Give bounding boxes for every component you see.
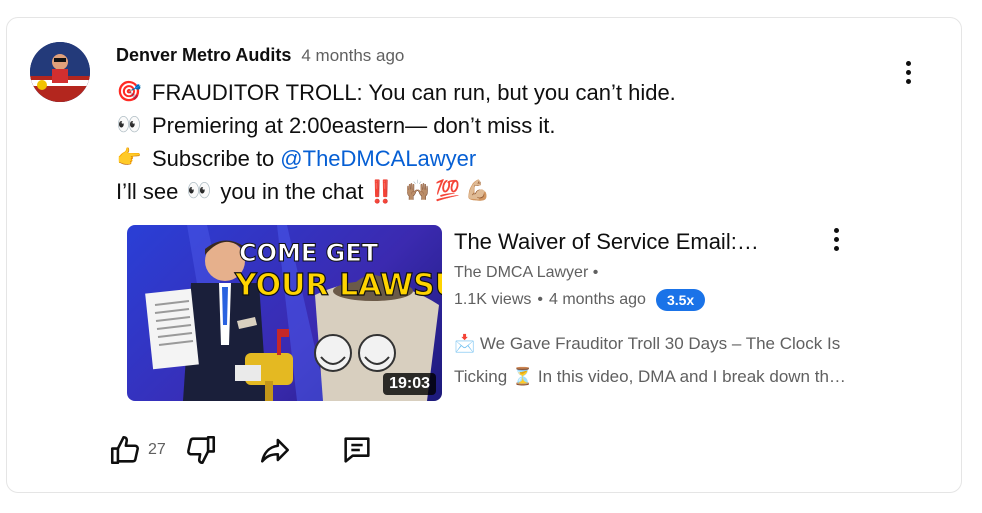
video-thumbnail[interactable]: COME GET YOUR LAWSUIT 19:03 — [127, 225, 442, 401]
more-actions-icon[interactable] — [896, 57, 920, 87]
pointing-emoji: 👉 — [116, 147, 142, 169]
hundred-emoji: 💯 — [435, 180, 461, 202]
video-more-actions-icon[interactable] — [824, 224, 848, 254]
post-header: Denver Metro Audits 4 months ago — [116, 45, 404, 66]
post-line-text: Premiering at 2:00eastern— don’t miss it… — [152, 113, 556, 138]
flexed-biceps-emoji: 💪🏼 — [465, 180, 491, 202]
share-button[interactable] — [258, 433, 292, 467]
separator-dot: • — [592, 264, 599, 281]
author-avatar[interactable] — [30, 42, 90, 102]
post-line-text: Subscribe to — [152, 146, 275, 171]
double-exclamation-emoji: ‼️ — [367, 179, 395, 204]
post-actions: 27 — [108, 430, 374, 470]
post-time[interactable]: 4 months ago — [301, 46, 404, 66]
post-body: 🎯 FRAUDITOR TROLL: You can run, but you … — [116, 76, 676, 208]
video-description-line-2: Ticking ⏳ In this video, DMA and I break… — [454, 360, 866, 393]
comment-icon — [344, 437, 370, 463]
target-emoji: 🎯 — [116, 81, 142, 103]
video-age: 4 months ago — [548, 291, 646, 308]
thumbs-down-icon — [186, 435, 215, 465]
video-channel: The DMCA Lawyer • — [454, 264, 598, 282]
description-text: Ticking — [454, 367, 508, 386]
avatar-image — [30, 42, 90, 102]
dislike-button[interactable] — [184, 433, 218, 467]
raised-hands-emoji: 🙌🏽 — [405, 180, 431, 202]
eyes-emoji: 👀 — [186, 180, 212, 202]
thumbs-up-icon — [110, 435, 139, 465]
thumbnail-headline-2: YOUR LAWSUIT — [234, 268, 442, 303]
description-text: In this video, DMA and I break down th… — [537, 367, 846, 386]
post-line-3: 👉 Subscribe to @TheDMCALawyer — [116, 142, 676, 175]
channel-mention-link[interactable]: @TheDMCALawyer — [280, 142, 476, 175]
post-line-text: I’ll see — [116, 179, 179, 204]
video-channel-name[interactable]: The DMCA Lawyer — [454, 264, 588, 281]
separator-dot: • — [537, 291, 543, 308]
eyes-emoji: 👀 — [116, 114, 142, 136]
like-button[interactable]: 27 — [108, 433, 166, 467]
author-name[interactable]: Denver Metro Audits — [116, 45, 291, 66]
video-meta: 1.1K views • 4 months ago 3.5x — [454, 289, 706, 311]
hourglass-emoji: ⏳ — [511, 367, 534, 386]
envelope-emoji: 📩 — [454, 334, 476, 353]
post-line-4: I’ll see 👀 you in the chat ‼️ 🙌🏽 💯 💪🏼 — [116, 175, 676, 208]
post-line-text: FRAUDITOR TROLL: You can run, but you ca… — [152, 80, 676, 105]
post-line-text: you in the chat — [220, 179, 364, 204]
playback-speed-badge: 3.5x — [655, 289, 706, 311]
comment-button[interactable] — [340, 433, 374, 467]
like-count: 27 — [148, 441, 166, 458]
share-icon — [260, 438, 289, 463]
post-line-1: 🎯 FRAUDITOR TROLL: You can run, but you … — [116, 76, 676, 109]
video-views: 1.1K views — [454, 291, 532, 308]
thumbnail-headline-1: COME GET — [239, 239, 379, 267]
video-description-line-1: 📩 We Gave Frauditor Troll 30 Days – The … — [454, 327, 866, 360]
post-line-2: 👀 Premiering at 2:00eastern— don’t miss … — [116, 109, 676, 142]
video-duration: 19:03 — [383, 373, 436, 395]
video-description: 📩 We Gave Frauditor Troll 30 Days – The … — [454, 327, 866, 393]
video-title[interactable]: The Waiver of Service Email:… — [454, 229, 784, 255]
description-text: We Gave Frauditor Troll 30 Days – The Cl… — [479, 334, 841, 353]
